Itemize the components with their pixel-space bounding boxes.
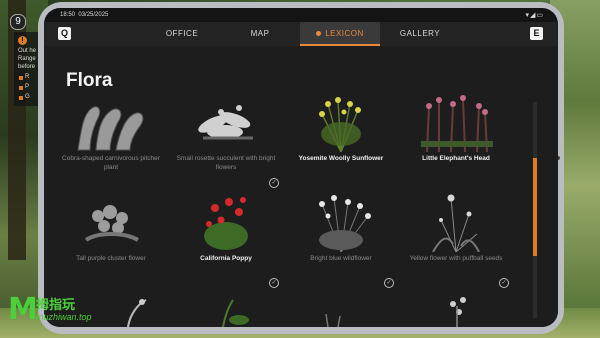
blue-wildflower-icon	[319, 195, 371, 252]
checkmark-icon: ✓	[384, 278, 394, 288]
plant-icon	[222, 299, 249, 327]
quest-bullet: G	[25, 94, 30, 100]
card-label: Bright blue wildflower	[310, 255, 372, 262]
quest-bullet: R	[25, 74, 30, 80]
tab-office[interactable]: OFFICE	[144, 22, 220, 46]
card-label: Tall purple cluster flower	[76, 255, 146, 262]
flora-card-cluster-flower[interactable]: Tall purple cluster flower	[56, 194, 166, 294]
card-label: Small rosette succulent with bright flow…	[176, 155, 276, 171]
card-label: California Poppy	[200, 255, 252, 262]
card-label: Yellow flower with puffball seeds	[409, 255, 503, 262]
flora-card-blue-wildflower[interactable]: Bright blue wildflower ✓	[286, 194, 396, 294]
tablet-screen: 18:50 03/25/2025 ▾◢▭ Q OFFICE MAP LEXICO…	[44, 8, 558, 327]
flora-card-partial[interactable]	[286, 294, 396, 327]
elephant-head-icon	[421, 95, 493, 152]
plant-icon	[325, 313, 341, 327]
card-label: Cobra-shaped carnivorous pitcher plant	[62, 155, 160, 171]
flora-card-succulent[interactable]: Small rosette succulent with bright flow…	[171, 94, 281, 194]
tab-gallery[interactable]: GALLERY	[382, 22, 458, 46]
flora-card-sunflower[interactable]: Yosemite Woolly Sunflower	[286, 94, 396, 194]
cluster-flower-icon	[84, 205, 139, 242]
watermark-text: 拇指玩	[36, 297, 76, 312]
quest-line: before	[18, 64, 36, 70]
top-navigation: Q OFFICE MAP LEXICON GALLERY E	[44, 22, 558, 46]
poppy-icon	[204, 197, 248, 250]
bullet-icon	[19, 76, 23, 80]
quest-line: Range	[18, 56, 36, 62]
bullet-icon	[19, 96, 23, 100]
flora-card-elephant-head[interactable]: Little Elephant's Head	[401, 94, 511, 194]
succulent-icon	[198, 105, 253, 140]
plant-icon	[450, 297, 466, 327]
quest-line: Out he	[18, 48, 37, 54]
bullet-icon	[19, 86, 23, 90]
flora-card-partial[interactable]	[401, 294, 511, 327]
puffball-icon	[432, 194, 480, 252]
watermark-logo: M 拇指玩 muzhiwan.top	[8, 290, 128, 330]
lexicon-content: Flora Cobra-shaped carnivorous pitcher p…	[44, 46, 558, 327]
pitcher-plant-icon	[77, 106, 144, 151]
checkmark-icon: ✓	[269, 178, 279, 188]
prev-tab-key-q[interactable]: Q	[58, 27, 71, 40]
flora-card-partial[interactable]	[171, 294, 281, 327]
warning-icon: !	[18, 36, 27, 45]
scrollbar-thumb[interactable]	[533, 158, 537, 256]
flora-card-poppy[interactable]: California Poppy ✓	[171, 194, 281, 294]
flora-card-pitcher-plant[interactable]: Cobra-shaped carnivorous pitcher plant	[56, 94, 166, 194]
checkmark-icon: ✓	[269, 278, 279, 288]
page-title: Flora	[66, 70, 113, 91]
system-icons: ▾◢▭	[525, 12, 544, 19]
watermark-url: muzhiwan.top	[36, 312, 92, 322]
flora-card-puffball[interactable]: Yellow flower with puffball seeds ✓	[401, 194, 511, 294]
quest-badge: 9	[10, 14, 26, 30]
watermark-m: M	[8, 292, 38, 327]
status-bar: 18:50 03/25/2025 ▾◢▭	[44, 8, 558, 22]
checkmark-icon: ✓	[499, 278, 509, 288]
record-icon	[316, 31, 322, 37]
card-label: Yosemite Woolly Sunflower	[298, 155, 384, 162]
tab-map[interactable]: MAP	[222, 22, 298, 46]
tab-lexicon[interactable]: LEXICON	[300, 22, 380, 46]
quest-bullet: P	[25, 84, 30, 90]
status-time: 18:50 03/25/2025	[60, 12, 109, 18]
scrollbar[interactable]	[533, 102, 537, 318]
sunflower-icon	[319, 97, 361, 152]
next-tab-key-e[interactable]: E	[530, 27, 543, 40]
card-label: Little Elephant's Head	[422, 155, 490, 162]
